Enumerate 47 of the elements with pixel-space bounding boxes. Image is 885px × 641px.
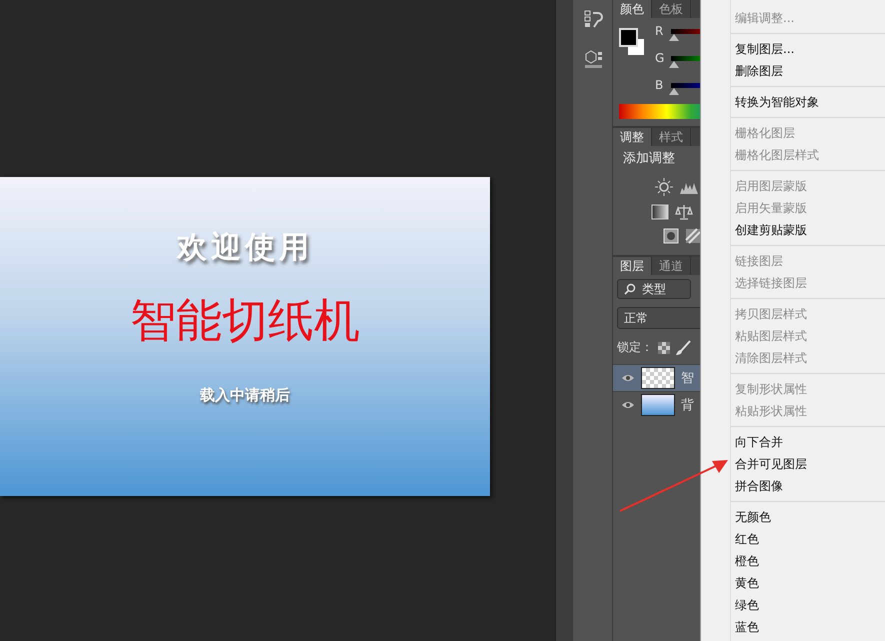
layer-name: 智 — [681, 370, 694, 387]
welcome-heading: 欢迎使用 — [177, 229, 313, 267]
menu-item[interactable]: 合并可见图层 — [701, 453, 885, 475]
checkerboard-icon[interactable] — [658, 342, 670, 354]
gradient-map-icon[interactable] — [685, 228, 701, 244]
layer-thumbnail — [641, 394, 675, 416]
panel-tab[interactable]: 颜色 — [613, 0, 652, 18]
lock-label: 锁定： — [617, 339, 653, 356]
panel-tab[interactable]: 调整 — [613, 128, 652, 146]
menu-item[interactable]: 橙色 — [701, 550, 885, 572]
product-title: 智能切纸机 — [130, 292, 360, 349]
color-swatches-icon[interactable] — [619, 28, 645, 56]
search-icon[interactable] — [624, 283, 636, 295]
menu-item[interactable]: 删除图层 — [701, 60, 885, 82]
slider-thumb[interactable] — [669, 88, 679, 95]
menu-item[interactable]: 黄色 — [701, 572, 885, 594]
eye-icon[interactable] — [621, 373, 635, 383]
slider-label: G — [655, 51, 665, 65]
slider-thumb[interactable] — [669, 34, 679, 41]
panel-heading: 添加调整 — [622, 150, 676, 168]
menu-item[interactable]: 绿色 — [701, 594, 885, 616]
menu-item[interactable]: 转换为智能对象 — [701, 91, 885, 113]
panel-tab[interactable]: 图层 — [613, 257, 652, 275]
menu-item[interactable]: 红色 — [701, 528, 885, 550]
eye-icon[interactable] — [621, 400, 635, 410]
slider-label: B — [655, 78, 664, 92]
dropdown-value: 类型 — [642, 280, 666, 298]
menu-item[interactable]: 拼合图像 — [701, 475, 885, 497]
gradient-icon[interactable] — [651, 204, 669, 220]
photo-filter-icon[interactable] — [663, 228, 679, 244]
balance-icon[interactable] — [675, 204, 693, 220]
menu-item[interactable]: 无颜色 — [701, 506, 885, 528]
menu-item[interactable]: 蓝色 — [701, 616, 885, 638]
filter-dropdown[interactable]: 类型 — [617, 279, 691, 299]
slider-label: R — [655, 24, 664, 38]
history-icon[interactable] — [582, 10, 602, 28]
loading-text: 载入中请稍后 — [200, 386, 290, 405]
menu-item[interactable]: 复制图层... — [701, 38, 885, 60]
layer-name: 背 — [681, 397, 694, 414]
cube-icon[interactable] — [582, 50, 602, 68]
scrollbar[interactable] — [555, 0, 573, 641]
menu-item[interactable]: 向下合并 — [701, 431, 885, 453]
slider-thumb[interactable] — [669, 61, 679, 68]
brightness-icon[interactable] — [655, 178, 673, 196]
brush-icon[interactable] — [675, 340, 691, 356]
menu-item[interactable]: 创建剪贴蒙版 — [701, 219, 885, 241]
layer-thumbnail — [641, 367, 675, 389]
